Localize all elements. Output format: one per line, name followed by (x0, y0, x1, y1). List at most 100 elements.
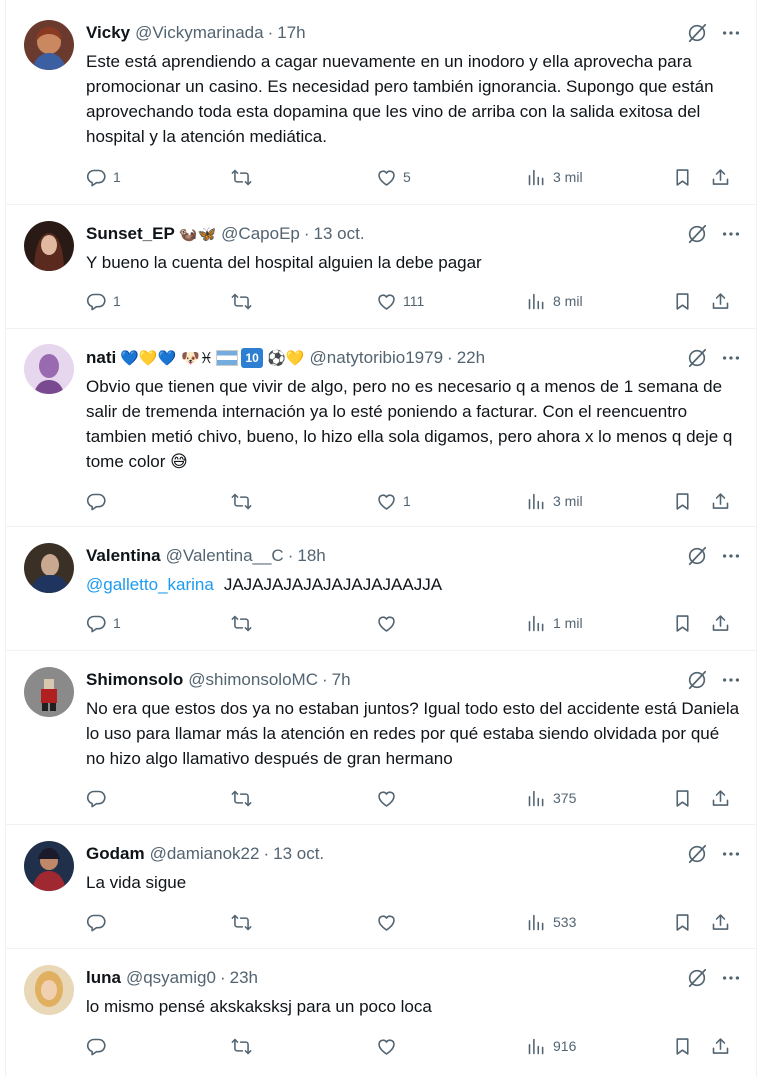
like-button[interactable] (376, 1034, 397, 1058)
tweet-card[interactable]: Valentina @Valentina__C · 18h @galletto_… (6, 527, 756, 651)
avatar[interactable] (24, 344, 74, 394)
share-button[interactable] (710, 489, 731, 513)
mention-link[interactable]: @galletto_karina (86, 575, 214, 594)
timestamp[interactable]: 22h (457, 348, 485, 368)
reply-button[interactable] (86, 1034, 107, 1058)
avatar[interactable] (24, 221, 74, 271)
retweet-button[interactable] (231, 165, 252, 189)
heart-icon (376, 613, 397, 634)
views-button[interactable]: 533 (526, 910, 576, 934)
retweet-button[interactable] (231, 289, 252, 313)
like-button[interactable]: 1 (376, 489, 411, 513)
views-button[interactable]: 3 mil (526, 165, 583, 189)
bookmark-button[interactable] (672, 489, 693, 513)
more-icon[interactable] (720, 967, 742, 989)
retweet-button[interactable] (231, 910, 252, 934)
tweet-card[interactable]: luna @qsyamig0 · 23h lo mismo pensé aksk… (6, 949, 756, 1077)
views-button[interactable]: 3 mil (526, 489, 583, 513)
timestamp[interactable]: 7h (332, 670, 351, 690)
avatar[interactable] (24, 20, 74, 70)
like-button[interactable]: 5 (376, 165, 411, 189)
views-button[interactable]: 916 (526, 1034, 576, 1058)
grok-icon[interactable] (686, 22, 708, 44)
share-button[interactable] (710, 910, 731, 934)
user-handle[interactable]: @shimonsoloMC (188, 670, 318, 690)
views-button[interactable]: 1 mil (526, 611, 583, 635)
display-name[interactable]: luna (86, 968, 121, 988)
reply-icon (86, 1036, 107, 1057)
more-icon[interactable] (720, 22, 742, 44)
views-button[interactable]: 8 mil (526, 289, 583, 313)
bookmark-button[interactable] (672, 289, 693, 313)
more-icon[interactable] (720, 347, 742, 369)
timestamp[interactable]: 17h (277, 23, 305, 43)
like-button[interactable] (376, 786, 397, 810)
retweet-button[interactable] (231, 489, 252, 513)
tweet-text: La vida sigue (86, 873, 187, 892)
grok-icon[interactable] (686, 347, 708, 369)
like-button[interactable] (376, 910, 397, 934)
display-name[interactable]: Shimonsolo (86, 670, 183, 690)
share-button[interactable] (710, 165, 731, 189)
separator-dot: · (447, 348, 453, 367)
bookmark-button[interactable] (672, 1034, 693, 1058)
timestamp[interactable]: 13 oct. (314, 224, 365, 244)
bookmark-button[interactable] (672, 611, 693, 635)
views-count: 533 (553, 914, 577, 930)
grok-icon[interactable] (686, 669, 708, 691)
retweet-button[interactable] (231, 1034, 252, 1058)
more-icon[interactable] (720, 545, 742, 567)
display-name[interactable]: nati (86, 348, 116, 368)
share-button[interactable] (710, 289, 731, 313)
like-button[interactable] (376, 611, 397, 635)
share-button[interactable] (710, 1034, 731, 1058)
user-handle[interactable]: @Valentina__C (166, 546, 284, 566)
like-count: 111 (403, 293, 425, 309)
tweet-header: luna @qsyamig0 · 23h (86, 966, 742, 990)
share-button[interactable] (710, 611, 731, 635)
bookmark-button[interactable] (672, 786, 693, 810)
timestamp[interactable]: 13 oct. (273, 844, 324, 864)
like-button[interactable]: 111 (376, 289, 424, 313)
display-name[interactable]: Godam (86, 844, 145, 864)
reply-button[interactable]: 1 (86, 611, 121, 635)
reply-button[interactable]: 1 (86, 289, 121, 313)
avatar[interactable] (24, 667, 74, 717)
bookmark-button[interactable] (672, 165, 693, 189)
retweet-icon (231, 291, 252, 312)
share-button[interactable] (710, 786, 731, 810)
display-name[interactable]: Sunset_EP (86, 224, 175, 244)
reply-button[interactable] (86, 910, 107, 934)
grok-icon[interactable] (686, 843, 708, 865)
grok-icon[interactable] (686, 967, 708, 989)
user-handle[interactable]: @natytoribio1979 (310, 348, 444, 368)
display-name[interactable]: Valentina (86, 546, 161, 566)
user-handle[interactable]: @CapoEp (221, 224, 300, 244)
bookmark-button[interactable] (672, 910, 693, 934)
user-handle[interactable]: @damianok22 (150, 844, 260, 864)
avatar[interactable] (24, 543, 74, 593)
tweet-card[interactable]: Vicky @Vickymarinada · 17h Este está apr… (6, 0, 756, 205)
retweet-button[interactable] (231, 786, 252, 810)
avatar[interactable] (24, 965, 74, 1015)
user-handle[interactable]: @Vickymarinada (135, 23, 263, 43)
reply-button[interactable] (86, 786, 107, 810)
tweet-card[interactable]: Sunset_EP 🦦🦋 @CapoEp · 13 oct. Y bueno l… (6, 205, 756, 329)
reply-button[interactable] (86, 489, 113, 513)
reply-button[interactable]: 1 (86, 165, 121, 189)
more-icon[interactable] (720, 223, 742, 245)
more-icon[interactable] (720, 669, 742, 691)
avatar[interactable] (24, 841, 74, 891)
grok-icon[interactable] (686, 545, 708, 567)
timestamp[interactable]: 18h (297, 546, 325, 566)
tweet-card[interactable]: Godam @damianok22 · 13 oct. La vida sigu… (6, 825, 756, 949)
views-button[interactable]: 375 (526, 786, 576, 810)
timestamp[interactable]: 23h (230, 968, 258, 988)
grok-icon[interactable] (686, 223, 708, 245)
display-name[interactable]: Vicky (86, 23, 130, 43)
tweet-card[interactable]: Shimonsolo @shimonsoloMC · 7h No era que… (6, 651, 756, 825)
more-icon[interactable] (720, 843, 742, 865)
retweet-button[interactable] (231, 611, 252, 635)
user-handle[interactable]: @qsyamig0 (126, 968, 216, 988)
tweet-card[interactable]: nati 💙💛💙 🐶♓ 10 ⚽💛 @natytoribio1979 · 22h… (6, 329, 756, 527)
